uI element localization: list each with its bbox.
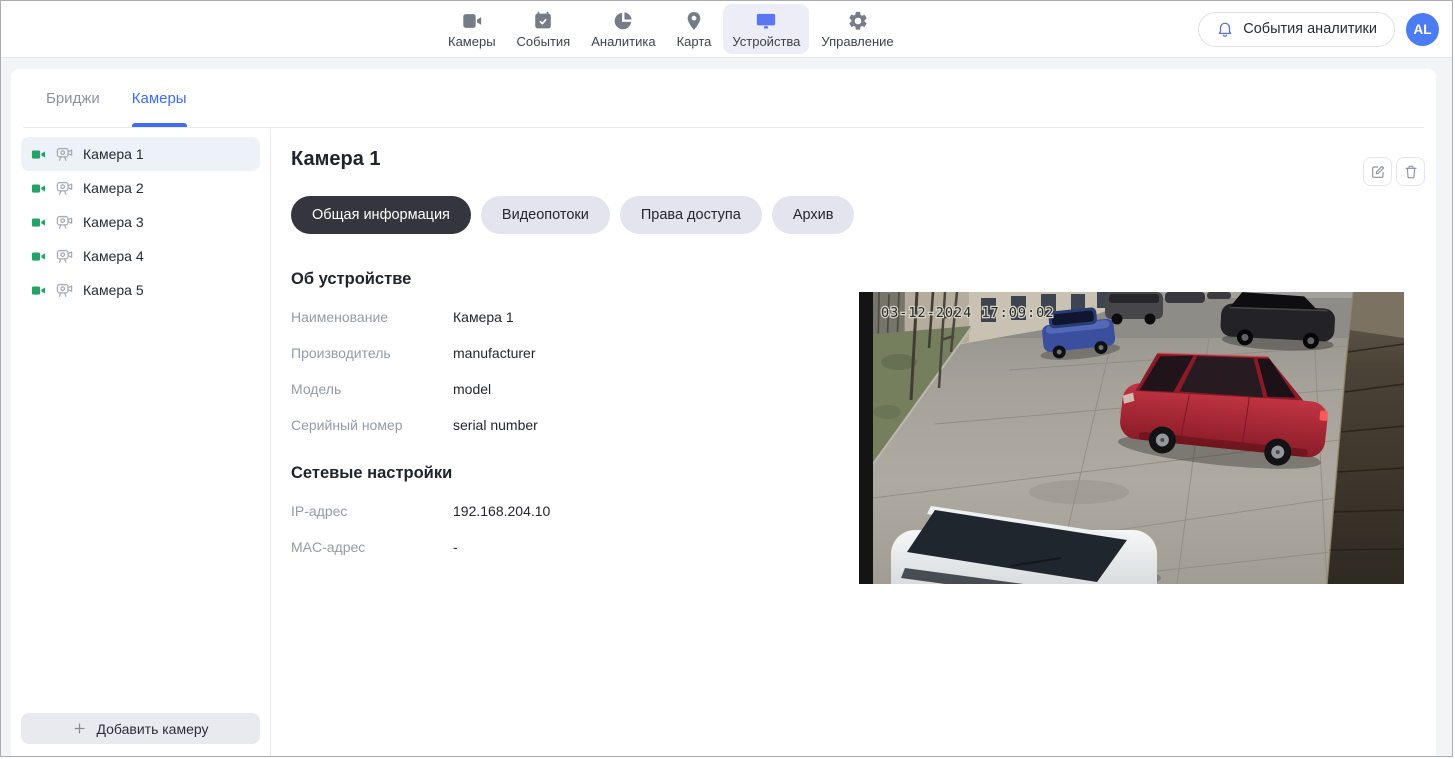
add-camera-label: Добавить камеру <box>96 721 208 737</box>
info-label: MAC-адрес <box>291 539 453 555</box>
camera-list-item[interactable]: Камера 3 <box>21 205 260 239</box>
nav-item-label: Карта <box>677 34 712 49</box>
camera-name: Камера 2 <box>83 180 144 196</box>
camera-name: Камера 5 <box>83 282 144 298</box>
nav-item-analytics[interactable]: Аналитика <box>582 4 664 54</box>
delete-icon <box>1403 164 1419 180</box>
info-label: Серийный номер <box>291 417 453 433</box>
video-camera-icon <box>461 9 483 33</box>
nav-item-devices[interactable]: Устройства <box>723 4 809 54</box>
info-value: - <box>453 539 458 555</box>
gear-icon <box>847 9 869 33</box>
tab-access-rights[interactable]: Права доступа <box>620 196 762 234</box>
camera-detail-panel: Камера 1 Общая информация Видеопотоки Пр… <box>271 129 1436 756</box>
camera-actions <box>1363 157 1425 186</box>
camera-list-item[interactable]: Камера 5 <box>21 273 260 307</box>
camera-online-icon <box>31 283 46 298</box>
pie-chart-icon <box>612 9 634 33</box>
calendar-events-icon <box>532 9 554 33</box>
webcam-icon <box>55 145 74 164</box>
info-value: serial number <box>453 417 538 433</box>
monitor-icon <box>755 9 777 33</box>
camera-name: Камера 1 <box>83 146 144 162</box>
webcam-icon <box>55 213 74 232</box>
device-type-tabs: Бриджи Камеры <box>23 69 1424 128</box>
section-heading-about-device: Об устройстве <box>291 270 1416 289</box>
avatar[interactable]: AL <box>1406 13 1439 46</box>
tab-cameras[interactable]: Камеры <box>132 69 187 127</box>
edit-camera-button[interactable] <box>1363 157 1392 186</box>
add-camera-button[interactable]: Добавить камеру <box>21 713 260 744</box>
plus-icon <box>72 721 87 736</box>
nav-item-label: Камеры <box>448 34 496 49</box>
nav-item-label: События <box>517 34 571 49</box>
camera-list-panel: Камера 1 Камера 2 Камера 3 Камера 4 <box>11 129 271 756</box>
info-label: Модель <box>291 381 453 397</box>
nav-item-map[interactable]: Карта <box>668 4 721 54</box>
tab-video-streams[interactable]: Видеопотоки <box>481 196 610 234</box>
webcam-icon <box>55 179 74 198</box>
page-title: Камера 1 <box>291 148 1416 171</box>
info-value: model <box>453 381 491 397</box>
tab-general-info[interactable]: Общая информация <box>291 196 471 234</box>
camera-online-icon <box>31 181 46 196</box>
analytics-events-button[interactable]: События аналитики <box>1198 12 1395 47</box>
top-header: Камеры События Аналитика Карта Устройств… <box>1 1 1452 58</box>
analytics-events-label: События аналитики <box>1243 21 1377 37</box>
camera-name: Камера 3 <box>83 214 144 230</box>
info-value: 192.168.204.10 <box>453 503 550 519</box>
info-label: Наименование <box>291 309 453 325</box>
snapshot-timestamp: 03-12-2024 17:09:02 <box>881 305 1054 321</box>
camera-snapshot: 03-12-2024 17:09:02 <box>859 292 1404 584</box>
app-window: Камеры События Аналитика Карта Устройств… <box>0 0 1453 757</box>
tab-bridges[interactable]: Бриджи <box>46 69 100 127</box>
detail-tabs: Общая информация Видеопотоки Права досту… <box>291 196 1416 234</box>
camera-online-icon <box>31 147 46 162</box>
camera-online-icon <box>31 249 46 264</box>
content-card: Бриджи Камеры Камера 1 Камера 2 <box>11 69 1436 756</box>
header-right: События аналитики AL <box>1198 1 1439 57</box>
camera-list-item[interactable]: Камера 1 <box>21 137 260 171</box>
webcam-icon <box>55 281 74 300</box>
tab-label: Бриджи <box>46 90 100 107</box>
tab-archive[interactable]: Архив <box>772 196 855 234</box>
info-label: IP-адрес <box>291 503 453 519</box>
camera-list-item[interactable]: Камера 2 <box>21 171 260 205</box>
nav-item-cameras[interactable]: Камеры <box>439 4 505 54</box>
info-value: manufacturer <box>453 345 535 361</box>
camera-list-item[interactable]: Камера 4 <box>21 239 260 273</box>
nav-item-label: Устройства <box>732 34 800 49</box>
edit-icon <box>1370 164 1386 180</box>
main-nav: Камеры События Аналитика Карта Устройств… <box>439 1 903 57</box>
info-value: Камера 1 <box>453 309 514 325</box>
camera-online-icon <box>31 215 46 230</box>
avatar-initials: AL <box>1414 22 1432 37</box>
bell-icon <box>1216 20 1234 38</box>
nav-item-events[interactable]: События <box>508 4 580 54</box>
nav-item-label: Управление <box>821 34 893 49</box>
webcam-icon <box>55 247 74 266</box>
delete-camera-button[interactable] <box>1396 157 1425 186</box>
map-pin-icon <box>683 9 705 33</box>
info-label: Производитель <box>291 345 453 361</box>
card-body: Камера 1 Камера 2 Камера 3 Камера 4 <box>11 129 1436 756</box>
camera-name: Камера 4 <box>83 248 144 264</box>
tab-label: Камеры <box>132 90 187 107</box>
nav-item-label: Аналитика <box>591 34 655 49</box>
nav-item-management[interactable]: Управление <box>812 4 902 54</box>
